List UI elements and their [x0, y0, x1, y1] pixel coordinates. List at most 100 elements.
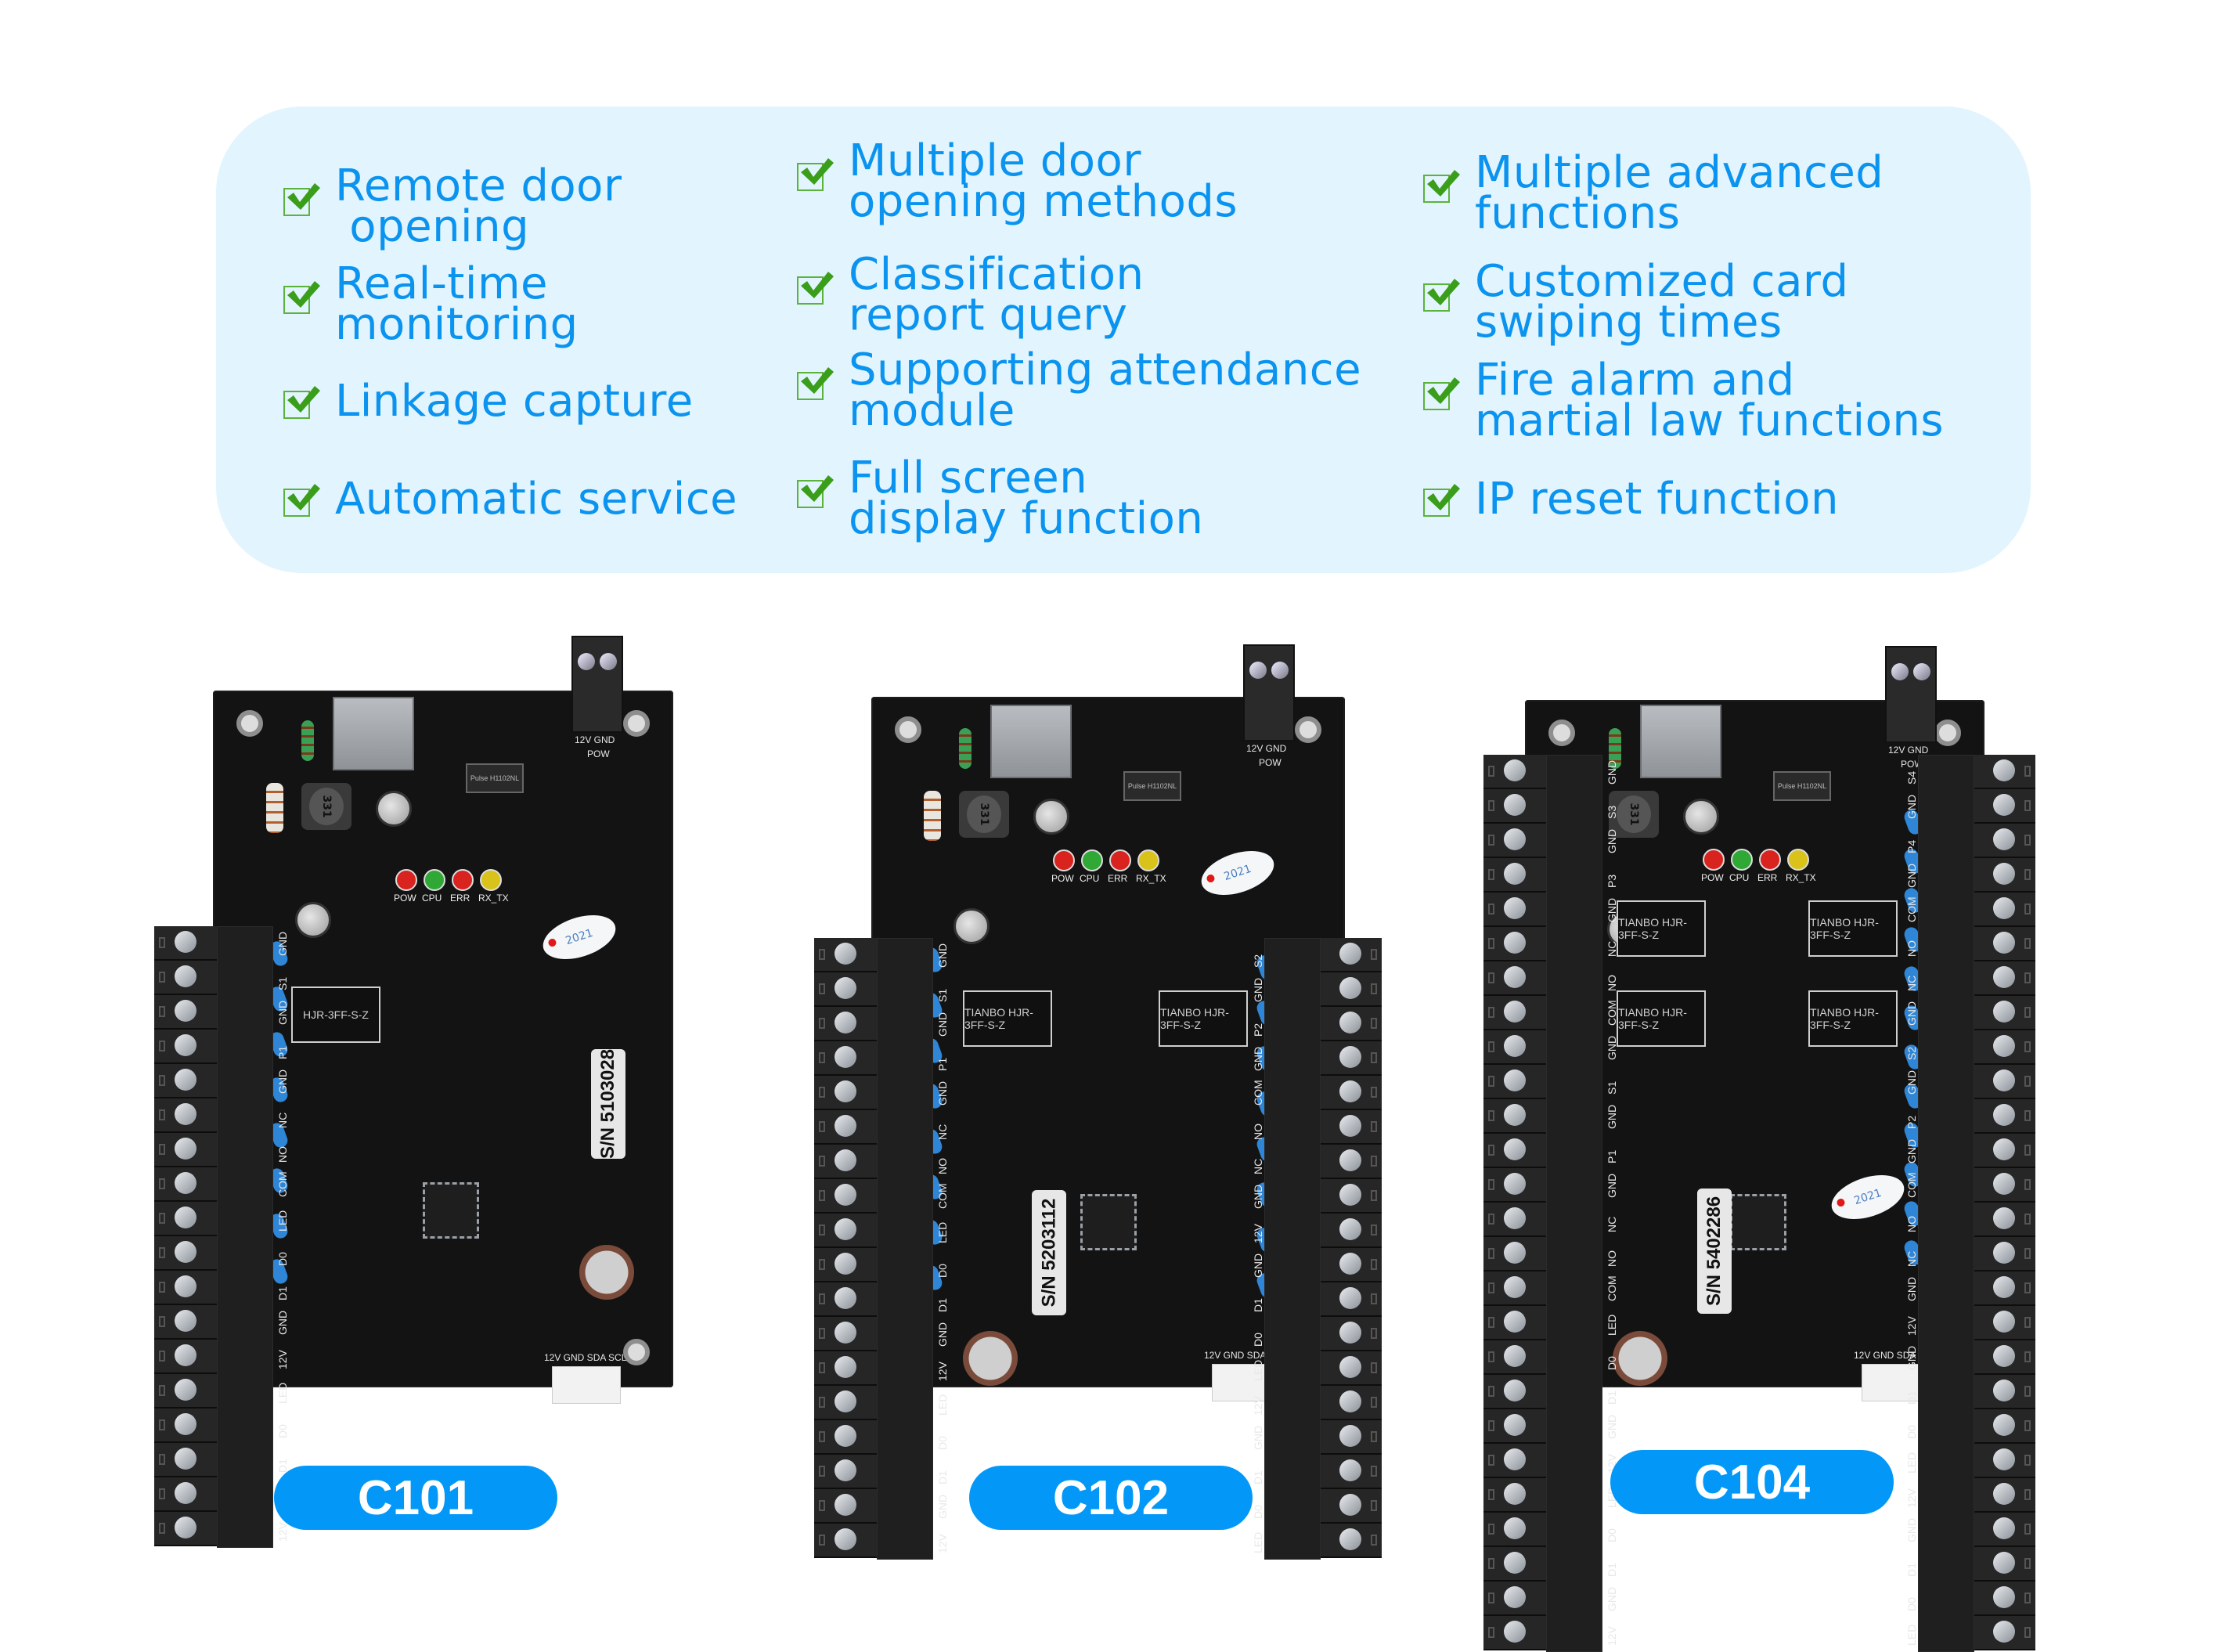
terminal-screw[interactable]	[1483, 1444, 1546, 1478]
terminal-screw[interactable]	[154, 1340, 217, 1374]
terminal-screw[interactable]	[1483, 1237, 1546, 1271]
terminal-screw[interactable]	[814, 1386, 877, 1420]
terminal-screw[interactable]	[814, 1282, 877, 1317]
terminal-screw[interactable]	[154, 1271, 217, 1305]
terminal-screw[interactable]	[1483, 1340, 1546, 1375]
terminal-screw[interactable]	[1483, 755, 1546, 789]
terminal-screw[interactable]	[1483, 1271, 1546, 1306]
terminal-screw[interactable]	[1973, 1582, 2035, 1616]
terminal-screw[interactable]	[1483, 1409, 1546, 1444]
terminal-screw[interactable]	[1319, 1007, 1382, 1041]
terminal-screw[interactable]	[1973, 1340, 2035, 1375]
terminal-screw[interactable]	[1319, 1214, 1382, 1248]
terminal-screw[interactable]	[1319, 1248, 1382, 1282]
terminal-screw[interactable]	[814, 1179, 877, 1214]
terminal-screw[interactable]	[1483, 1099, 1546, 1134]
terminal-screw[interactable]	[1483, 858, 1546, 893]
terminal-screw[interactable]	[1973, 1030, 2035, 1065]
terminal-screw[interactable]	[1483, 1547, 1546, 1582]
terminal-screw[interactable]	[814, 1076, 877, 1110]
terminal-screw[interactable]	[154, 1374, 217, 1409]
terminal-screw[interactable]	[154, 995, 217, 1030]
terminal-screw[interactable]	[1973, 961, 2035, 996]
terminal-screw[interactable]	[814, 1351, 877, 1386]
terminal-screw[interactable]	[1483, 1582, 1546, 1616]
terminal-screw[interactable]	[814, 1524, 877, 1558]
terminal-screw[interactable]	[1483, 1513, 1546, 1547]
terminal-screw[interactable]	[814, 1110, 877, 1145]
terminal-screw[interactable]	[1973, 1409, 2035, 1444]
terminal-screw[interactable]	[814, 972, 877, 1007]
terminal-screw[interactable]	[154, 1098, 217, 1133]
terminal-screw[interactable]	[1973, 893, 2035, 927]
terminal-screw[interactable]	[814, 1041, 877, 1076]
terminal-screw[interactable]	[814, 1455, 877, 1489]
terminal-screw[interactable]	[1483, 1306, 1546, 1340]
terminal-screw[interactable]	[1319, 1455, 1382, 1489]
terminal-screw[interactable]	[1973, 1099, 2035, 1134]
terminal-screw[interactable]	[1483, 893, 1546, 927]
terminal-screw[interactable]	[1483, 1203, 1546, 1237]
terminal-screw[interactable]	[1319, 1489, 1382, 1524]
terminal-screw[interactable]	[1973, 789, 2035, 824]
terminal-screw[interactable]	[1319, 1110, 1382, 1145]
terminal-screw[interactable]	[154, 1133, 217, 1167]
terminal-screw[interactable]	[1483, 1168, 1546, 1203]
terminal-screw[interactable]	[1973, 1616, 2035, 1650]
terminal-screw[interactable]	[1973, 1065, 2035, 1099]
terminal-screw[interactable]	[1973, 927, 2035, 961]
terminal-screw[interactable]	[1319, 1145, 1382, 1179]
terminal-screw[interactable]	[1483, 1065, 1546, 1099]
terminal-screw[interactable]	[1973, 1237, 2035, 1271]
terminal-screw[interactable]	[1483, 996, 1546, 1030]
terminal-screw[interactable]	[1973, 1478, 2035, 1513]
terminal-screw[interactable]	[1973, 1513, 2035, 1547]
terminal-screw[interactable]	[154, 1477, 217, 1512]
terminal-screw[interactable]	[1973, 755, 2035, 789]
terminal-screw[interactable]	[1483, 1134, 1546, 1168]
terminal-screw[interactable]	[154, 1512, 217, 1546]
terminal-screw[interactable]	[1319, 1317, 1382, 1351]
terminal-screw[interactable]	[814, 1145, 877, 1179]
terminal-screw[interactable]	[154, 1236, 217, 1271]
terminal-screw[interactable]	[154, 1443, 217, 1477]
terminal-screw[interactable]	[1319, 1420, 1382, 1455]
terminal-screw[interactable]	[154, 1030, 217, 1064]
terminal-screw[interactable]	[1973, 858, 2035, 893]
terminal-screw[interactable]	[1483, 1616, 1546, 1650]
terminal-screw[interactable]	[1319, 1076, 1382, 1110]
terminal-screw[interactable]	[1319, 1041, 1382, 1076]
terminal-screw[interactable]	[1973, 1306, 2035, 1340]
terminal-screw[interactable]	[814, 1420, 877, 1455]
terminal-screw[interactable]	[814, 938, 877, 972]
terminal-screw[interactable]	[1973, 1444, 2035, 1478]
terminal-screw[interactable]	[1483, 1375, 1546, 1409]
terminal-screw[interactable]	[154, 1409, 217, 1443]
terminal-screw[interactable]	[1319, 1179, 1382, 1214]
terminal-screw[interactable]	[1973, 1203, 2035, 1237]
terminal-screw[interactable]	[1319, 938, 1382, 972]
terminal-screw[interactable]	[1483, 927, 1546, 961]
terminal-screw[interactable]	[1973, 1134, 2035, 1168]
terminal-screw[interactable]	[1319, 1351, 1382, 1386]
terminal-screw[interactable]	[1483, 824, 1546, 858]
terminal-screw[interactable]	[1973, 824, 2035, 858]
terminal-screw[interactable]	[814, 1214, 877, 1248]
terminal-screw[interactable]	[1483, 1478, 1546, 1513]
terminal-screw[interactable]	[814, 1248, 877, 1282]
terminal-screw[interactable]	[814, 1489, 877, 1524]
terminal-screw[interactable]	[154, 1064, 217, 1098]
terminal-screw[interactable]	[1973, 1271, 2035, 1306]
terminal-screw[interactable]	[1483, 789, 1546, 824]
terminal-screw[interactable]	[1319, 1524, 1382, 1558]
terminal-screw[interactable]	[154, 926, 217, 961]
terminal-screw[interactable]	[154, 961, 217, 995]
terminal-screw[interactable]	[1973, 996, 2035, 1030]
terminal-screw[interactable]	[1973, 1168, 2035, 1203]
terminal-screw[interactable]	[814, 1317, 877, 1351]
terminal-screw[interactable]	[1973, 1375, 2035, 1409]
terminal-screw[interactable]	[1319, 972, 1382, 1007]
terminal-screw[interactable]	[154, 1167, 217, 1202]
terminal-screw[interactable]	[154, 1202, 217, 1236]
terminal-screw[interactable]	[1483, 961, 1546, 996]
